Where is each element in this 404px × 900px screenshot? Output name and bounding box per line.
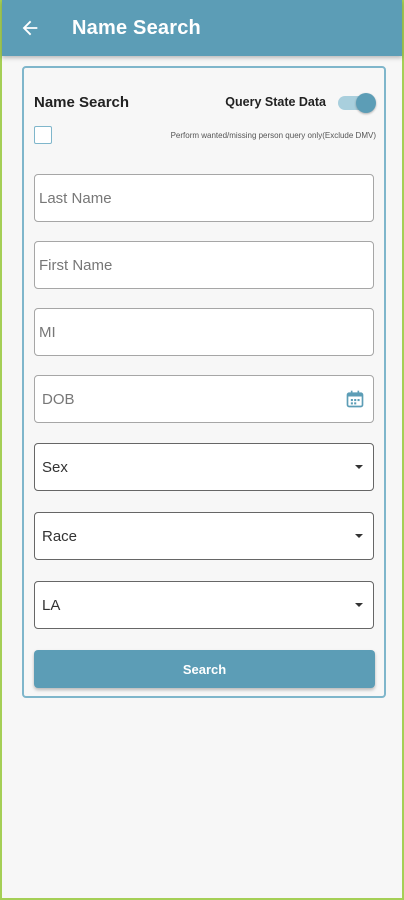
page-title: Name Search xyxy=(72,16,201,39)
search-button[interactable]: Search xyxy=(34,650,375,688)
section-title: Name Search xyxy=(34,93,130,111)
race-dropdown-value: Race xyxy=(42,527,78,545)
app-frame: Name Search Name Search Query State Data… xyxy=(0,0,404,900)
wanted-only-label: Perform wanted/missing person query only… xyxy=(170,130,376,140)
wanted-only-checkbox[interactable] xyxy=(34,126,52,144)
last-name-placeholder: Last Name xyxy=(39,189,112,207)
search-form-card: Name Search Query State Data Perform wan… xyxy=(22,66,386,698)
caret-down-icon xyxy=(353,530,365,542)
dob-placeholder: DOB xyxy=(42,390,75,408)
first-name-placeholder: First Name xyxy=(39,256,113,274)
race-dropdown[interactable]: Race xyxy=(34,512,374,560)
mi-field[interactable]: MI xyxy=(34,308,374,356)
sex-dropdown[interactable]: Sex xyxy=(34,443,374,491)
mi-placeholder: MI xyxy=(39,323,56,341)
dob-field[interactable]: DOB xyxy=(34,375,374,423)
state-dropdown-value: LA xyxy=(42,596,61,614)
sex-dropdown-value: Sex xyxy=(42,458,68,476)
form-header: Name Search Query State Data xyxy=(34,90,376,114)
query-state-toggle-group: Query State Data xyxy=(225,93,376,113)
query-state-toggle[interactable] xyxy=(338,93,376,113)
app-bar: Name Search xyxy=(2,0,402,56)
arrow-left-icon xyxy=(22,20,38,36)
back-button[interactable] xyxy=(2,0,58,56)
calendar-icon[interactable] xyxy=(345,389,365,409)
wanted-only-row: Perform wanted/missing person query only… xyxy=(34,124,376,146)
toggle-thumb xyxy=(356,93,376,113)
state-dropdown[interactable]: LA xyxy=(34,581,374,629)
caret-down-icon xyxy=(353,461,365,473)
query-state-label: Query State Data xyxy=(225,95,326,109)
last-name-field[interactable]: Last Name xyxy=(34,174,374,222)
caret-down-icon xyxy=(353,599,365,611)
first-name-field[interactable]: First Name xyxy=(34,241,374,289)
